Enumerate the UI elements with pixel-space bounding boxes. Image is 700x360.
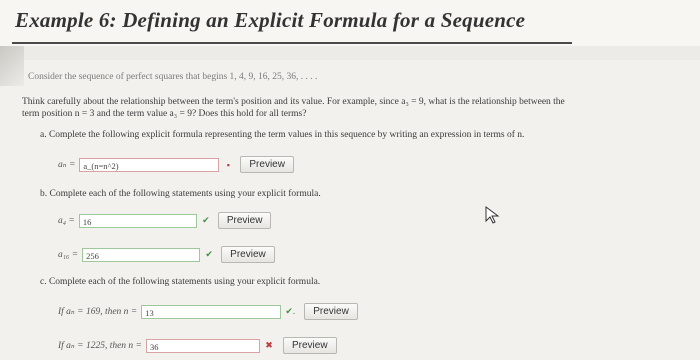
part-c-item-2-label: If aₙ = 1225, then n = [58,341,142,351]
part-b-item-2-label: a₁₆ = [58,249,79,260]
part-a-label: aₙ = [58,160,76,170]
think-text-line-2: term position n = 3 and the term value a… [22,109,307,119]
mouse-pointer-icon [485,206,500,224]
part-c-row-2: If aₙ = 1225, then n = 36 ✖ Preview [58,337,337,354]
part-c-item-2-preview-button[interactable]: Preview [282,337,337,354]
part-b-item-1-input[interactable]: 16 [78,213,197,228]
part-c-item-2-input[interactable]: 36 [145,338,260,353]
part-a-prompt: a. Complete the following explicit formu… [40,130,525,140]
part-b-row-1: a₄ = 16 ✔ Preview [58,212,272,229]
part-c-item-1-input[interactable]: 13 [141,304,282,319]
part-b-item-2-check-icon: ✔ [205,249,213,259]
part-b-row-2: a₁₆ = 256 ✔ Preview [58,246,275,263]
part-c-prompt: c. Complete each of the following statem… [40,277,321,287]
part-b-item-1-label: a₄ = [58,215,75,226]
part-b-item-2-preview-button[interactable]: Preview [221,246,275,263]
part-c-row-1: If aₙ = 169, then n = 13 ✔. Preview [58,303,358,320]
page-title: Example 6: Defining an Explicit Formula … [15,8,526,32]
part-b-prompt: b. Complete each of the following statem… [40,189,321,199]
part-b-item-1-preview-button[interactable]: Preview [217,212,272,229]
part-c-item-2-incorrect-icon: ✖ [265,340,273,350]
intro-text: Consider the sequence of perfect squares… [28,72,318,82]
part-a-preview-button[interactable]: Preview [240,156,294,173]
think-text-line-1: Think carefully about the relationship b… [22,97,565,107]
part-b-item-1-check-icon: ✔ [202,215,210,225]
part-a-answer-input[interactable]: a_(n=n^2) [79,157,220,172]
part-c-item-1-preview-button[interactable]: Preview [304,303,358,320]
part-c-item-1-label: If aₙ = 169, then n = [58,307,138,317]
title-underline [12,42,572,44]
part-a-incorrect-icon: ▪ [226,159,230,170]
part-b-item-2-input[interactable]: 256 [82,247,201,262]
part-a-row: aₙ = a_(n=n^2) ▪ Preview [58,156,294,173]
part-c-item-1-check-icon: ✔. [285,306,296,316]
corner-shadow [0,46,24,86]
